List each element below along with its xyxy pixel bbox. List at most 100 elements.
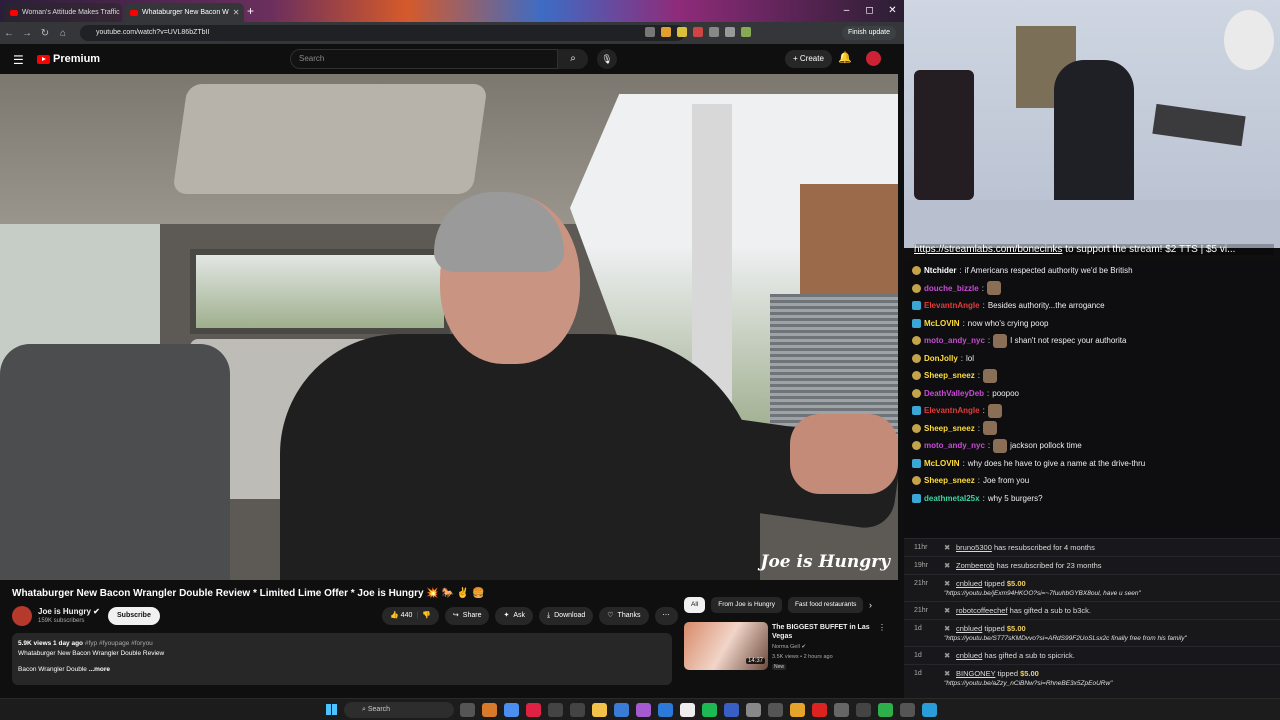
chat-username[interactable]: ElevantnAngle — [924, 406, 980, 415]
share-button[interactable]: ↪ Share — [444, 607, 490, 625]
puzzle-icon[interactable] — [725, 27, 735, 37]
chat-username[interactable]: moto_andy_nyc — [924, 441, 985, 450]
chat-username[interactable]: Ntchider — [924, 266, 956, 275]
folder-icon[interactable] — [592, 703, 607, 717]
ask-button[interactable]: ✦ Ask — [495, 607, 534, 625]
app-icon[interactable] — [614, 703, 629, 717]
profile-icon[interactable] — [741, 27, 751, 37]
minimize-button[interactable]: – — [835, 0, 858, 22]
chat-username[interactable]: Sheep_sneez — [924, 424, 975, 433]
extension-icon[interactable] — [693, 27, 703, 37]
chat-username[interactable]: McLOVIN — [924, 459, 960, 468]
dislike-icon[interactable]: 👎 — [422, 607, 431, 625]
app-icon[interactable] — [922, 703, 937, 717]
show-more-link[interactable]: ...more — [89, 666, 110, 673]
chat-username[interactable]: Sheep_sneez — [924, 476, 975, 485]
chat-username[interactable]: McLOVIN — [924, 319, 960, 328]
event-user[interactable]: cnblued — [956, 624, 982, 633]
home-icon[interactable]: ⌂ — [54, 28, 72, 39]
app-icon[interactable] — [482, 703, 497, 717]
tip-message[interactable]: "https://youtu.be/aZzy_nCiBNw?si=RhneBE3… — [944, 680, 1272, 687]
app-icon[interactable] — [812, 703, 827, 717]
thanks-button[interactable]: ♡ Thanks — [599, 607, 649, 625]
close-icon[interactable]: ✕ — [233, 8, 240, 17]
app-icon[interactable] — [526, 703, 541, 717]
recommended-title[interactable]: The BIGGEST BUFFET in Las Vegas — [772, 623, 882, 641]
door — [914, 70, 974, 200]
back-arrow-icon[interactable]: ← — [0, 28, 18, 39]
app-icon[interactable] — [636, 703, 651, 717]
video-description[interactable]: 5.9K views 1 day ago #fyp #fyoupage #for… — [12, 633, 672, 685]
app-icon[interactable] — [768, 703, 783, 717]
chat-username[interactable]: DeathValleyDeb — [924, 389, 984, 398]
close-window-button[interactable]: ✕ — [881, 0, 904, 22]
chat-username[interactable]: ElevantnAngle — [924, 301, 980, 310]
notifications-bell-icon[interactable]: 🔔 — [838, 51, 852, 64]
event-user[interactable]: bruno5300 — [956, 543, 992, 552]
spotify-icon[interactable] — [702, 703, 717, 717]
new-tab-button[interactable]: + — [247, 4, 254, 18]
forward-arrow-icon[interactable]: → — [18, 28, 36, 39]
chat-badge-icon — [912, 458, 921, 468]
reload-icon[interactable]: ↻ — [36, 28, 54, 39]
app-icon[interactable] — [680, 703, 695, 717]
chip-all[interactable]: All — [684, 597, 706, 613]
recommended-video[interactable]: 14:37 The BIGGEST BUFFET in Las Vegas No… — [684, 622, 896, 672]
chat-username[interactable]: deathmetal25x — [924, 494, 980, 503]
event-user[interactable]: cnblued — [956, 579, 982, 588]
app-icon[interactable] — [548, 703, 563, 717]
tab-whataburger-video[interactable]: Whataburger New Bacon W ✕ — [124, 3, 244, 22]
like-button[interactable]: 👍 440 — [390, 607, 412, 625]
finish-update-button[interactable]: Finish update — [841, 26, 896, 40]
app-icon[interactable] — [878, 703, 893, 717]
app-icon[interactable] — [856, 703, 871, 717]
chip-from-channel[interactable]: From Joe is Hungry — [711, 597, 782, 613]
chrome-icon[interactable] — [504, 703, 519, 717]
cast-icon[interactable] — [645, 27, 655, 37]
star-icon[interactable] — [661, 27, 671, 37]
hamburger-menu-icon[interactable]: ☰ — [13, 53, 24, 67]
tab-traffic-video[interactable]: Woman's Attitude Makes Traffic ✕ — [4, 3, 122, 22]
app-icon[interactable] — [570, 703, 585, 717]
windows-start-icon[interactable] — [326, 704, 337, 715]
maximize-button[interactable]: ◻ — [858, 0, 881, 22]
chip-fast-food[interactable]: Fast food restaurants — [787, 597, 864, 613]
chevron-right-icon[interactable]: › — [869, 600, 872, 610]
app-icon[interactable] — [746, 703, 761, 717]
app-icon[interactable] — [658, 703, 673, 717]
chat-username[interactable]: Sheep_sneez — [924, 371, 975, 380]
video-player[interactable]: Joe is Hungry — [0, 74, 898, 580]
chat-username[interactable]: moto_andy_nyc — [924, 336, 985, 345]
kebab-menu-icon[interactable]: ⋮ — [878, 623, 886, 632]
app-icon[interactable] — [724, 703, 739, 717]
account-avatar[interactable] — [866, 51, 881, 66]
taskbar-search[interactable]: ⌕ Search — [344, 702, 454, 718]
chat-username[interactable]: douche_bizzle — [924, 284, 979, 293]
app-icon[interactable] — [834, 703, 849, 717]
search-input[interactable]: Search — [290, 49, 558, 69]
url-field[interactable]: youtube.com/watch?v=UVL86bZTbII — [80, 25, 685, 41]
create-button[interactable]: + Create — [785, 50, 832, 68]
chat-username[interactable]: DonJolly — [924, 354, 958, 363]
task-view-icon[interactable] — [460, 703, 475, 717]
app-icon[interactable] — [900, 703, 915, 717]
app-icon[interactable] — [790, 703, 805, 717]
streamlabs-link[interactable]: https://streamlabs.com/bonecinks — [914, 244, 1062, 255]
channel-avatar[interactable] — [12, 606, 32, 626]
event-user[interactable]: cnblued — [956, 651, 982, 660]
hashtags[interactable]: #fyp #fyoupage #foryou — [85, 640, 153, 647]
tip-message[interactable]: "https://youtu.be/jExm94HKOO?si=~7fuuhbG… — [944, 590, 1272, 597]
microphone-icon[interactable]: 🎙 — [597, 49, 617, 69]
more-actions-button[interactable]: ⋯ — [654, 607, 678, 625]
subscribe-button[interactable]: Subscribe — [108, 607, 160, 625]
search-icon[interactable]: ⌕ — [558, 49, 588, 69]
download-button[interactable]: ⤓ Download — [539, 607, 594, 625]
extension-icon[interactable] — [677, 27, 687, 37]
youtube-logo[interactable]: Premium — [37, 53, 100, 65]
event-user[interactable]: BINGONEY — [956, 669, 995, 678]
tip-message[interactable]: "https://youtu.be/ST77sKMDvvo?si=ARdS99F… — [944, 635, 1272, 642]
event-user[interactable]: robotcoffeechef — [956, 606, 1008, 615]
event-user[interactable]: Zombeerob — [956, 561, 994, 570]
extension-icon[interactable] — [709, 27, 719, 37]
channel-name[interactable]: Joe is Hungry ✔ — [38, 607, 100, 616]
